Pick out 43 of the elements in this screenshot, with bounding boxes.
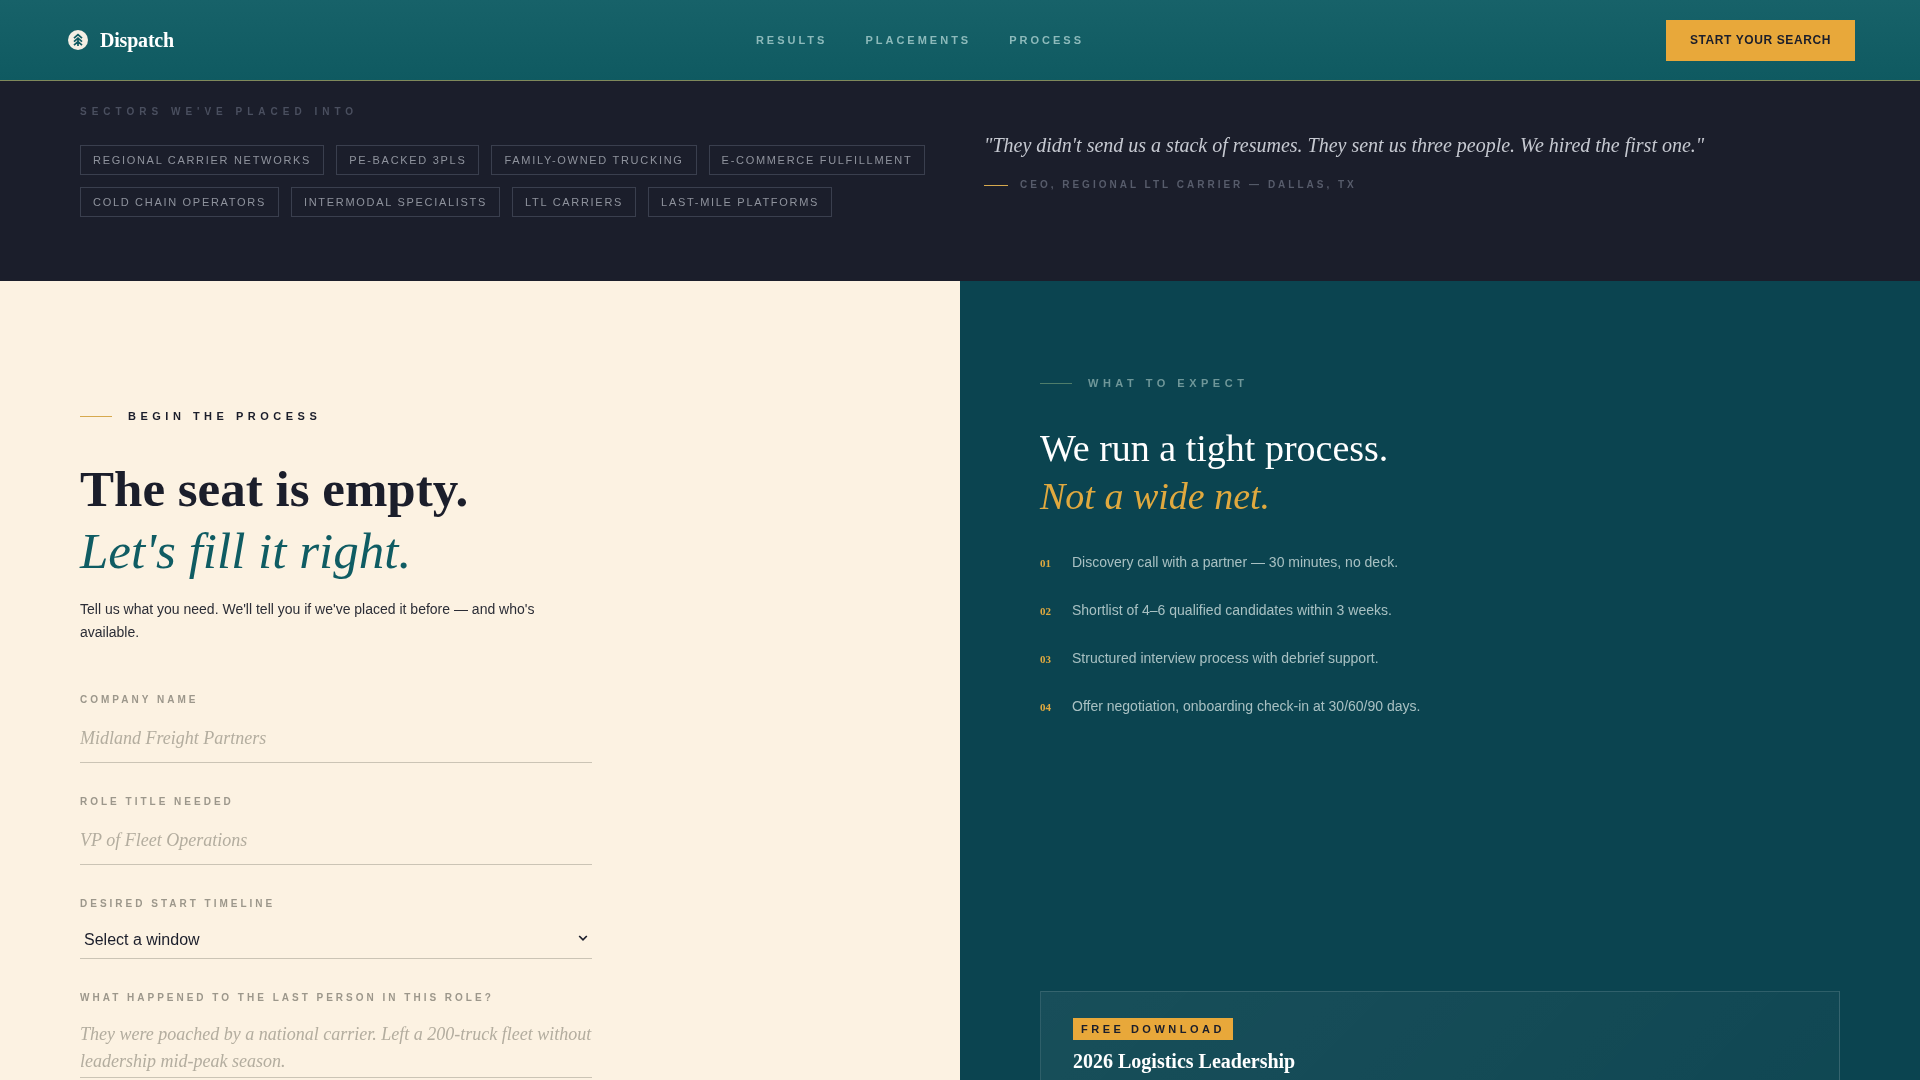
step-text: Structured interview process with debrief support. [1072,649,1379,668]
sector-tag: FAMILY-OWNED TRUCKING [491,145,697,175]
chevron-down-icon [578,935,588,941]
sector-tag: COLD CHAIN OPERATORS [80,187,279,217]
field-label: COMPANY NAME [80,693,200,707]
download-title: 2026 Logistics Leadership [1073,1049,1296,1074]
sector-tag: E-COMMERCE FULFILLMENT [708,145,926,175]
nav-link[interactable]: PLACEMENTS [865,33,972,47]
nav-link[interactable]: RESULTS [755,33,828,47]
headline: The seat is empty. [80,460,469,519]
dropdown-select[interactable]: Select a window [80,921,592,959]
download-card[interactable]: FREE DOWNLOAD 2026 Logistics Leadership [1040,991,1840,1080]
step-number: 04 [1040,700,1051,715]
step-number: 02 [1040,604,1051,619]
testimonial-attribution: CEO, REGIONAL LTL CARRIER — DALLAS, TX [1020,178,1357,192]
text-input[interactable]: Midland Freight Partners [80,717,592,763]
sector-tag: PE-BACKED 3PLS [336,145,480,175]
step-number: 03 [1040,652,1051,667]
section-eyebrow: WHAT TO EXPECT [1088,376,1249,390]
field-label: DESIRED START TIMELINE [80,897,277,911]
step-text: Shortlist of 4–6 qualified candidates within 3 weeks. [1072,601,1392,620]
sector-tag: LTL CARRIERS [512,187,637,217]
field-label: WHAT HAPPENED TO THE LAST PERSON IN THIS ROLE? [80,991,495,1005]
step-text: Offer negotiation, onboarding check-in at 30/60/90 days. [1072,697,1421,716]
brand-name[interactable]: Dispatch [100,28,174,52]
text-area[interactable]: They were poached by a national carrier. Left a 200-truck fleet without leadership mid-peak season. [80,1015,592,1078]
text-input[interactable]: VP of Fleet Operations [80,819,592,865]
sector-tag: REGIONAL CARRIER NETWORKS [80,145,325,175]
panel-heading-accent: Not a wide net. [1040,474,1271,519]
sector-tag: INTERMODAL SPECIALISTS [290,187,501,217]
start-search-button[interactable]: START YOUR SEARCH [1665,19,1855,61]
headline-accent: Let's fill it right. [80,522,412,581]
step-text: Discovery call with a partner — 30 minutes, no deck. [1072,553,1399,572]
section-eyebrow: BEGIN THE PROCESS [128,409,322,423]
logo-icon [68,30,88,50]
nav-link[interactable]: PROCESS [1009,33,1084,47]
step-number: 01 [1040,556,1051,571]
field-label: ROLE TITLE NEEDED [80,795,235,809]
download-badge: FREE DOWNLOAD [1073,1018,1233,1040]
testimonial-quote: "They didn't send us a stack of resumes. They sent us three people. We hired the first one." [984,133,1706,159]
panel-heading: We run a tight process. [1040,426,1389,471]
sector-tag: LAST-MILE PLATFORMS [648,187,833,217]
intro-text: Tell us what you need. We'll tell you if we've placed it before — and who's available. [80,600,536,642]
